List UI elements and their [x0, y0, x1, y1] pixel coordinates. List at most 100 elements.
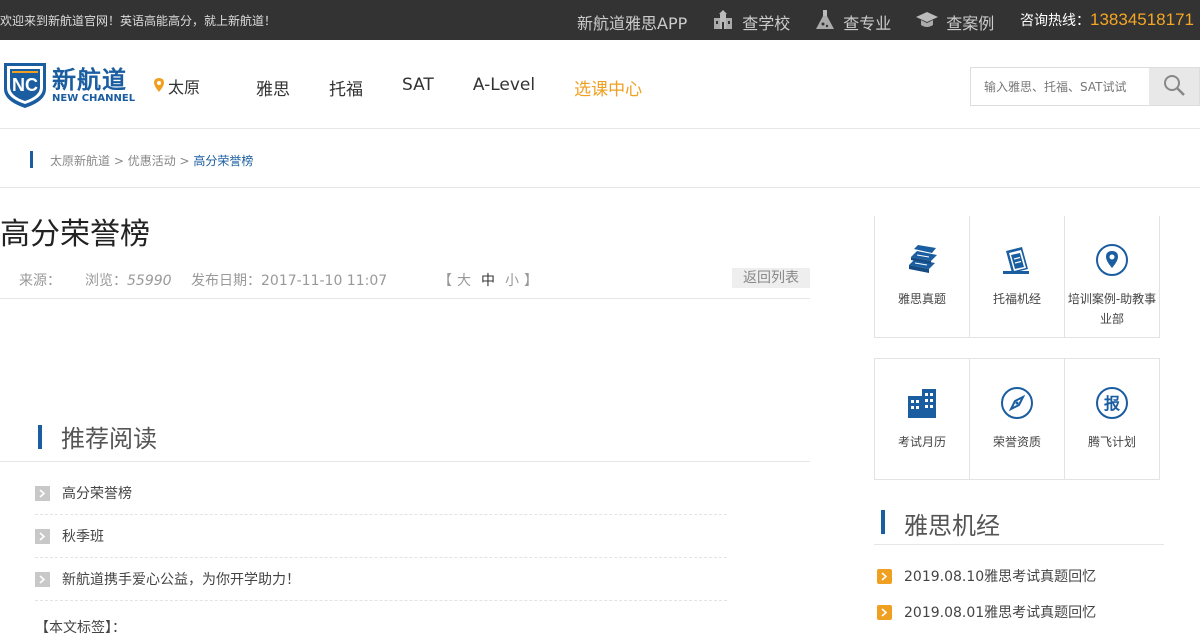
hotline: 咨询热线：13834518171: [1020, 10, 1194, 30]
page-title: 高分荣誉榜: [0, 217, 150, 252]
breadcrumb-marker: [30, 151, 33, 168]
recommend-list: 高分荣誉榜 秋季班 新航道携手爱心公益，为你开学助力！: [35, 472, 727, 601]
quick-link-cases[interactable]: 培训案例-助教事业部: [1064, 216, 1160, 338]
article-meta: 来源： 浏览：55990 发布日期：2017-11-10 11:07 【大中小】…: [0, 268, 810, 299]
nav-course-center[interactable]: 选课中心: [574, 75, 642, 100]
site-header: NC 新航道 NEW CHANNEL 太原 雅思 托福 SAT A-Level …: [0, 40, 1200, 129]
font-size-large[interactable]: 大: [457, 273, 471, 289]
list-item[interactable]: 新航道携手爱心公益，为你开学助力！: [35, 558, 727, 601]
font-size-switcher: 【大中小】: [438, 270, 538, 290]
city-name: 太原: [168, 78, 201, 97]
logo-cn: 新航道: [52, 66, 127, 94]
source-label: 来源：: [19, 273, 61, 289]
school-icon: [712, 10, 742, 34]
book-stack-icon: [875, 243, 969, 277]
quick-link-label: 荣誉资质: [992, 435, 1041, 449]
bracket-close: 】: [524, 273, 538, 289]
list-item-label: 2019.08.01雅思考试真题回忆: [904, 605, 1097, 621]
nav-alevel[interactable]: A-Level: [473, 75, 535, 100]
search-box: [970, 67, 1200, 106]
font-size-small[interactable]: 小: [505, 273, 519, 289]
breadcrumb: 太原新航道 > 优惠活动 > 高分荣誉榜: [50, 152, 253, 169]
quick-link-label: 考试月历: [897, 435, 946, 449]
list-item-label: 秋季班: [62, 529, 104, 545]
search-input[interactable]: [971, 68, 1150, 105]
quick-link-label: 雅思真题: [897, 292, 946, 306]
bracket-open: 【: [438, 273, 452, 289]
quick-link-ielts-papers[interactable]: 雅思真题: [874, 216, 970, 338]
recommend-header: 推荐阅读: [0, 413, 810, 462]
top-link-major[interactable]: 查专业: [815, 10, 891, 34]
top-link-label: 查案例: [946, 14, 995, 33]
nav-ielts[interactable]: 雅思: [256, 75, 290, 100]
nc-shield-icon: NC: [2, 59, 48, 113]
chevron-right-icon: [877, 604, 892, 620]
quick-link-toefl[interactable]: 托福机经: [969, 216, 1065, 338]
section-marker: [881, 510, 885, 534]
list-item[interactable]: 2019.08.01雅思考试真题回忆: [877, 594, 1096, 630]
location-icon: [154, 77, 168, 96]
logo-en: NEW CHANNEL: [52, 93, 136, 104]
list-item-label: 高分荣誉榜: [62, 486, 132, 502]
hotline-number[interactable]: 13834518171: [1090, 10, 1194, 29]
bao-badge-icon: 报: [1065, 386, 1159, 420]
recommend-title: 推荐阅读: [61, 425, 157, 453]
main-nav: 雅思 托福 SAT A-Level 选课中心: [256, 75, 681, 100]
ielts-news-header: 雅思机经: [874, 498, 1164, 545]
nav-toefl[interactable]: 托福: [329, 75, 363, 100]
chevron-right-icon: [35, 528, 50, 544]
breadcrumb-current[interactable]: 高分荣誉榜: [193, 154, 253, 168]
chevron-right-icon: [35, 485, 50, 501]
list-item[interactable]: 2019.08.10雅思考试真题回忆: [877, 558, 1096, 594]
section-marker: [38, 425, 42, 449]
date-info: 发布日期：2017-11-10 11:07: [191, 270, 387, 290]
hotline-label: 咨询热线：: [1020, 13, 1090, 29]
quick-link-takeoff-plan[interactable]: 报 腾飞计划: [1064, 358, 1160, 480]
svg-text:报: 报: [1104, 394, 1120, 413]
top-link-school[interactable]: 查学校: [712, 10, 790, 34]
font-size-medium[interactable]: 中: [481, 273, 495, 289]
search-icon: [1162, 73, 1186, 101]
flask-icon: [815, 10, 843, 34]
graduation-cap-icon: [916, 10, 946, 34]
top-link-label: 新航道雅思APP: [577, 14, 688, 33]
city-selector[interactable]: 太原: [154, 74, 200, 98]
breadcrumb-separator: >: [110, 154, 128, 168]
top-link-case[interactable]: 查案例: [916, 10, 994, 34]
list-item-label: 新航道携手爱心公益，为你开学助力！: [62, 572, 300, 588]
ielts-news-list: 2019.08.10雅思考试真题回忆 2019.08.01雅思考试真题回忆: [877, 558, 1096, 630]
top-link-label: 查学校: [742, 14, 791, 33]
chevron-right-icon: [877, 568, 892, 584]
breadcrumb-bar: 太原新航道 > 优惠活动 > 高分荣誉榜: [0, 129, 1200, 188]
breadcrumb-home[interactable]: 太原新航道: [50, 154, 110, 168]
article-tags: 【本文标签】：: [35, 620, 126, 636]
list-item[interactable]: 秋季班: [35, 515, 727, 558]
views-count: 55990: [127, 273, 172, 289]
list-item-label: 2019.08.10雅思考试真题回忆: [904, 569, 1097, 585]
quick-link-exam-calendar[interactable]: 考试月历: [874, 358, 970, 480]
quick-link-label: 腾飞计划: [1087, 435, 1136, 449]
top-links: 新航道雅思APP 查学校 查专业 查案例: [577, 10, 1019, 34]
breadcrumb-promotions[interactable]: 优惠活动: [128, 154, 176, 168]
top-link-label: 查专业: [843, 14, 892, 33]
publish-date: 2017-11-10 11:07: [261, 273, 388, 289]
compass-icon: [970, 386, 1064, 420]
search-button[interactable]: [1149, 68, 1199, 105]
chevron-right-icon: [35, 571, 50, 587]
top-link-app[interactable]: 新航道雅思APP: [577, 10, 687, 34]
nav-sat[interactable]: SAT: [402, 75, 434, 100]
quick-link-honors[interactable]: 荣誉资质: [969, 358, 1065, 480]
top-bar: 欢迎来到新航道官网！英语高能高分，就上新航道！ 新航道雅思APP 查学校 查专业…: [0, 0, 1200, 40]
notebook-icon: [970, 243, 1064, 277]
svg-text:NC: NC: [12, 75, 38, 95]
building-icon: [875, 386, 969, 420]
list-item[interactable]: 高分荣誉榜: [35, 472, 727, 515]
date-label: 发布日期：: [191, 273, 261, 289]
logo[interactable]: NC 新航道 NEW CHANNEL: [2, 59, 135, 113]
breadcrumb-separator: >: [175, 154, 194, 168]
back-to-list-button[interactable]: 返回列表: [732, 268, 810, 288]
location-pin-icon: [1065, 243, 1159, 277]
welcome-text: 欢迎来到新航道官网！英语高能高分，就上新航道！: [0, 14, 277, 28]
quick-links-grid: 雅思真题 托福机经 培训案例-助教事业部 考试月历 荣誉资质 报 腾飞计划: [874, 216, 1160, 480]
quick-link-label: 培训案例-助教事业部: [1067, 292, 1157, 326]
